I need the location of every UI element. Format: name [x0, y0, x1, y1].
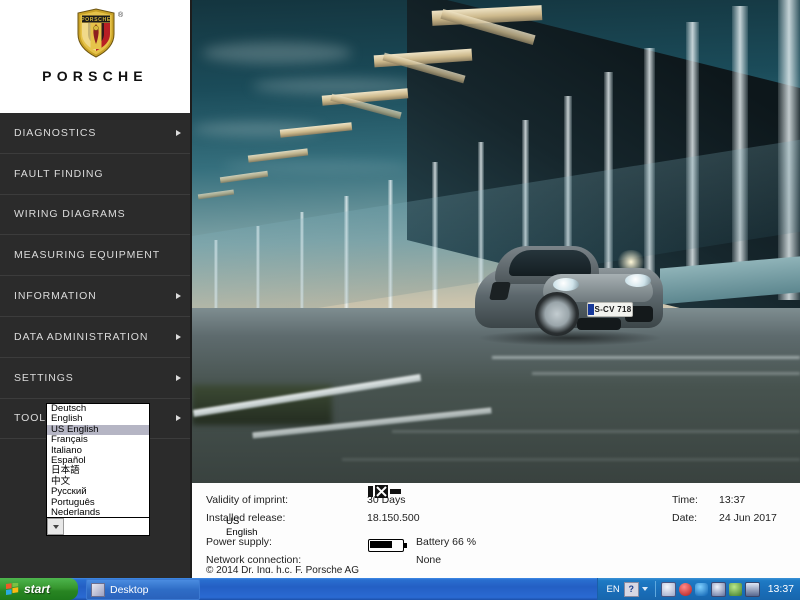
- sidebar-item-label: INFORMATION: [0, 290, 97, 302]
- chevron-right-icon: [176, 130, 181, 136]
- porsche-718-cayman-car: S-CV 718: [457, 238, 677, 358]
- cloud-decor: [202, 42, 352, 64]
- taskbar-task-list: Desktop: [86, 580, 200, 599]
- chevron-down-icon[interactable]: [642, 587, 648, 591]
- tray-clock: 13:37: [768, 583, 794, 595]
- network-disconnected-icon: [368, 485, 404, 498]
- sidebar-item-label: SETTINGS: [0, 372, 74, 384]
- sidebar-item-data-administration[interactable]: DATA ADMINISTRATION: [0, 317, 190, 358]
- registered-trademark-symbol: ®: [118, 12, 123, 19]
- sidebar-item-label: DATA ADMINISTRATION: [0, 331, 148, 343]
- svg-text:PORSCHE: PORSCHE: [81, 17, 111, 23]
- car-windshield: [509, 250, 591, 276]
- sidebar-item-label: WIRING DIAGRAMS: [0, 208, 126, 220]
- motion-blur-streak: [342, 458, 800, 461]
- start-button-label: start: [24, 582, 50, 596]
- main-sidebar: PORSCHE ® PORSCHE DIAGNOSTICS FAULT FINDI…: [0, 0, 190, 578]
- language-option[interactable]: Français: [47, 435, 149, 445]
- antivirus-icon[interactable]: [679, 583, 692, 596]
- network-activity-icon[interactable]: [729, 583, 742, 596]
- language-dropdown-list[interactable]: DeutschEnglishUS EnglishFrançaisItaliano…: [46, 403, 150, 519]
- system-tray: EN ? 13:37: [597, 578, 800, 600]
- porsche-wordmark: PORSCHE: [0, 68, 190, 84]
- language-option[interactable]: Русский: [47, 487, 149, 497]
- side-air-intake: [489, 282, 511, 300]
- time-value: 13:37: [719, 494, 745, 506]
- language-combobox-arrow-button[interactable]: [47, 518, 64, 535]
- headlight-left: [553, 278, 579, 291]
- time-label: Time:: [672, 494, 698, 506]
- hero-image-porsche-718: S-CV 718: [192, 0, 800, 483]
- sidebar-item-measuring-equipment[interactable]: MEASURING EQUIPMENT: [0, 235, 190, 276]
- sidebar-item-diagnostics[interactable]: DIAGNOSTICS: [0, 113, 190, 154]
- date-value: 24 Jun 2017: [719, 512, 777, 524]
- taskbar-item-label: Desktop: [110, 584, 149, 596]
- tray-separator: [655, 581, 656, 597]
- sidebar-item-label: FAULT FINDING: [0, 168, 104, 180]
- chevron-down-icon: [53, 525, 59, 529]
- chevron-right-icon: [176, 415, 181, 421]
- porsche-crest-icon: PORSCHE: [76, 8, 116, 58]
- sidebar-item-settings[interactable]: SETTINGS: [0, 358, 190, 399]
- battery-icon: [192, 536, 412, 550]
- start-button[interactable]: start: [0, 578, 78, 600]
- help-icon[interactable]: ?: [624, 582, 639, 597]
- tray-language-indicator[interactable]: EN: [607, 584, 620, 595]
- porsche-piwis-application: PORSCHE ® PORSCHE DIAGNOSTICS FAULT FINDI…: [0, 0, 800, 578]
- chevron-right-icon: [176, 293, 181, 299]
- windows-flag-icon: [6, 583, 19, 596]
- power-supply-value: Battery 66 %: [416, 536, 476, 548]
- taskbar-item-desktop[interactable]: Desktop: [86, 579, 200, 600]
- bluetooth-icon[interactable]: [695, 583, 708, 596]
- battery-tray-icon[interactable]: [745, 582, 760, 597]
- front-grille-center: [577, 318, 621, 330]
- language-combobox-value: US English: [222, 516, 257, 538]
- porsche-logo-panel: PORSCHE ® PORSCHE: [0, 0, 190, 113]
- firewall-shield-icon[interactable]: [711, 582, 726, 597]
- language-combobox[interactable]: US English: [46, 517, 150, 536]
- security-shield-icon[interactable]: [661, 582, 676, 597]
- sidebar-item-information[interactable]: INFORMATION: [0, 276, 190, 317]
- network-value: None: [416, 554, 441, 566]
- chevron-right-icon: [176, 334, 181, 340]
- motion-blur-streak: [532, 372, 800, 375]
- headlight-right: [625, 274, 651, 287]
- main-menu: DIAGNOSTICS FAULT FINDING WIRING DIAGRAMS M…: [0, 113, 190, 439]
- validity-label: Validity of imprint:: [206, 494, 288, 506]
- sidebar-item-wiring-diagrams[interactable]: WIRING DIAGRAMS: [0, 195, 190, 236]
- copyright-notice: © 2014 Dr. Ing. h.c. F. Porsche AG: [206, 565, 359, 573]
- status-info-panel: Validity of imprint: 30 Days Installed r…: [192, 483, 800, 578]
- release-value: 18.150.500: [367, 512, 420, 524]
- front-wheel: [535, 292, 579, 336]
- date-label: Date:: [672, 512, 697, 524]
- sidebar-item-label: DIAGNOSTICS: [0, 127, 96, 139]
- chevron-right-icon: [176, 375, 181, 381]
- motion-blur-streak: [392, 430, 800, 433]
- license-plate: S-CV 718: [587, 302, 633, 317]
- windows-taskbar: start Desktop EN ? 13:37: [0, 578, 800, 600]
- sidebar-item-label: MEASURING EQUIPMENT: [0, 249, 160, 261]
- car-shadow: [477, 330, 663, 346]
- desktop-window-icon: [91, 583, 105, 597]
- license-plate-text: S-CV 718: [594, 305, 632, 314]
- sidebar-item-fault-finding[interactable]: FAULT FINDING: [0, 154, 190, 195]
